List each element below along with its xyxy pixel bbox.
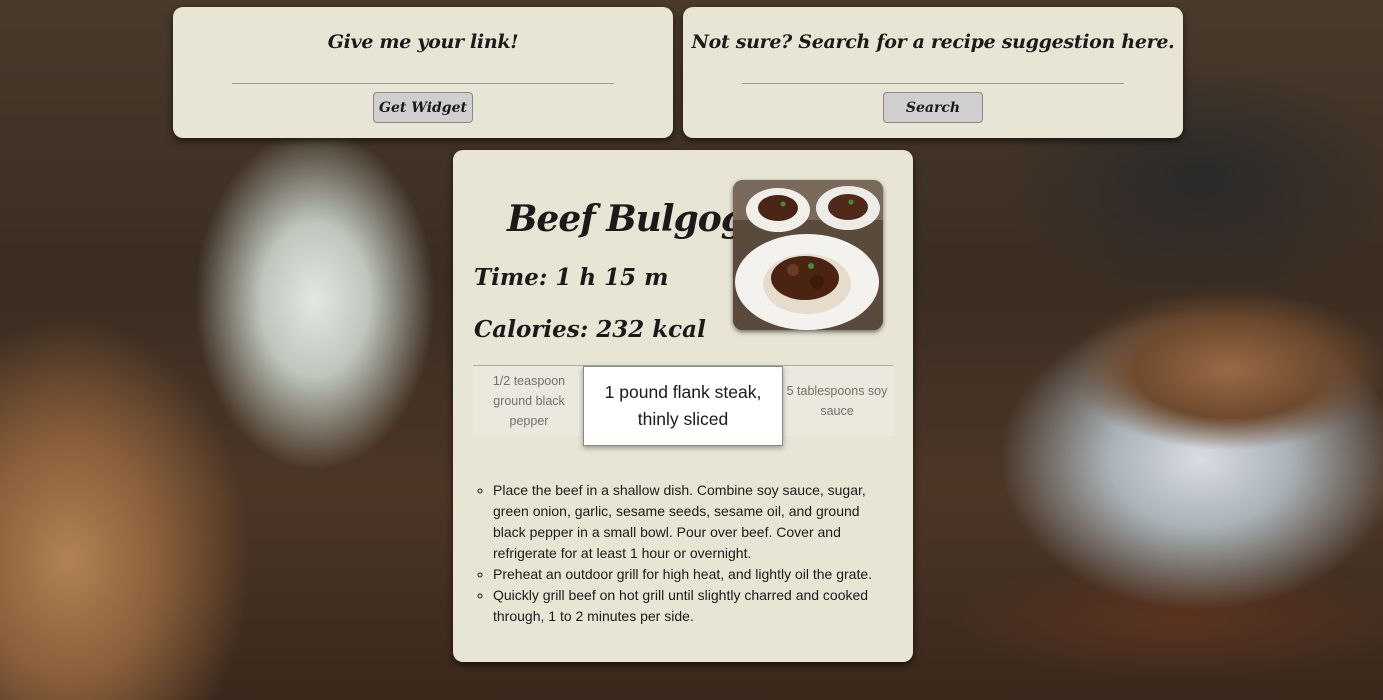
link-prompt: Give me your link! (327, 31, 519, 53)
ingredient-slide[interactable]: 1/2 teaspoon ground black pepper (473, 366, 585, 436)
ingredient-slide[interactable]: 5 tablespoons soy sauce (781, 366, 893, 436)
link-input-underline (232, 83, 614, 84)
recipe-photo (733, 180, 883, 330)
ingredient-carousel[interactable]: 1/2 teaspoon ground black pepper 1 pound… (473, 365, 893, 446)
direction-step: Place the beef in a shallow dish. Combin… (493, 480, 895, 564)
search-input-underline (742, 83, 1124, 84)
food-photo-icon (733, 180, 883, 330)
search-panel: Not sure? Search for a recipe suggestion… (683, 7, 1183, 138)
link-panel: Give me your link! Get Widget (173, 7, 673, 138)
recipe-card: Beef Bulgogi Time: 1 h 15 m Calories: 23… (453, 150, 913, 662)
search-button[interactable]: Search (883, 92, 983, 123)
recipe-calories: Calories: 232 kcal (474, 316, 706, 343)
directions-list: Place the beef in a shallow dish. Combin… (493, 480, 895, 627)
recipe-time: Time: 1 h 15 m (474, 264, 669, 291)
get-widget-button[interactable]: Get Widget (373, 92, 473, 123)
search-input[interactable] (742, 63, 1124, 85)
direction-step: Quickly grill beef on hot grill until sl… (493, 585, 895, 627)
direction-step: Preheat an outdoor grill for high heat, … (493, 564, 895, 585)
ingredient-slide-active[interactable]: 1 pound flank steak, thinly sliced (583, 366, 783, 446)
recipe-title: Beef Bulgogi (507, 198, 759, 240)
link-url-input[interactable] (232, 63, 614, 85)
search-prompt: Not sure? Search for a recipe suggestion… (691, 31, 1175, 53)
